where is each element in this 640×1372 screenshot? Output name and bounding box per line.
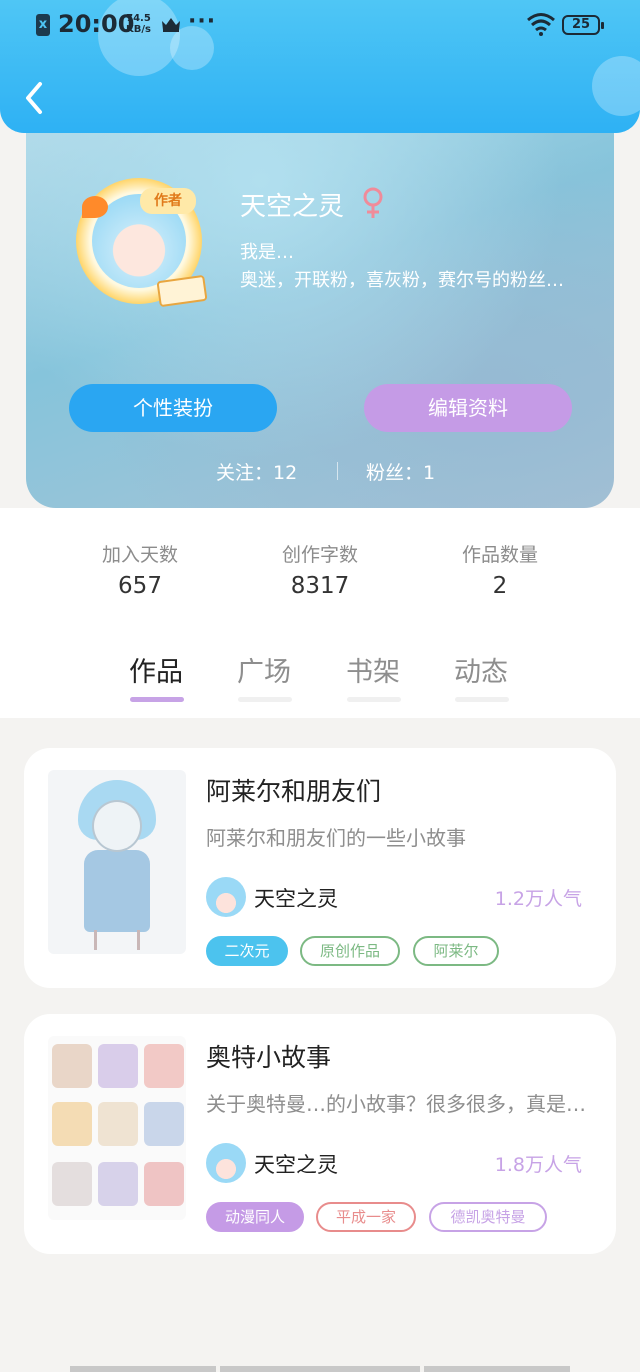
personalize-button[interactable]: 个性装扮	[69, 384, 277, 432]
edit-profile-button[interactable]: 编辑资料	[364, 384, 572, 432]
cover-face	[92, 800, 142, 852]
back-arrow-icon[interactable]	[20, 78, 50, 118]
work-title[interactable]: 奥特小故事	[206, 1038, 331, 1074]
cover-sticker	[144, 1162, 184, 1206]
bottom-item-hint	[424, 1366, 570, 1372]
fans-count[interactable]: 粉丝：1	[366, 458, 435, 485]
stat-word-count: 创作字数 8317	[235, 540, 405, 599]
work-cover-image[interactable]	[48, 1036, 186, 1220]
tab-square-indicator	[238, 697, 292, 702]
cover-sticker	[144, 1044, 184, 1088]
cover-legs	[94, 930, 140, 950]
tab-square[interactable]: 广场	[237, 650, 291, 689]
tag-chip[interactable]: 动漫同人	[206, 1202, 304, 1232]
wifi-icon	[527, 13, 555, 36]
work-cover-image[interactable]	[48, 770, 186, 954]
cover-sticker	[52, 1162, 92, 1206]
popularity-count: 1.8万人气	[494, 1154, 582, 1176]
bottom-item-hint	[70, 1366, 216, 1372]
following-count[interactable]: 关注：12	[216, 458, 297, 485]
female-gender-icon	[362, 186, 384, 220]
work-card[interactable]: 阿莱尔和朋友们 阿莱尔和朋友们的一些小故事 天空之灵 1.2万人气 二次元 原创…	[24, 748, 616, 988]
stat-join-days: 加入天数 657	[55, 540, 225, 599]
avatar[interactable]: 作者	[76, 178, 208, 308]
leaf-icon	[82, 196, 108, 218]
book-icon	[156, 274, 208, 308]
stat-value: 657	[118, 573, 162, 599]
cover-sticker	[52, 1102, 92, 1146]
more-notifications-icon: ···	[188, 9, 217, 34]
cover-sticker	[144, 1102, 184, 1146]
profile-card: 作者 天空之灵 我是… 奥迷，开联粉，喜灰粉，赛尔号的粉丝… 个性装扮 编辑资料…	[26, 100, 614, 508]
profile-bio-line2: 奥迷，开联粉，喜灰粉，赛尔号的粉丝…	[240, 270, 564, 291]
popularity-count: 1.2万人气	[494, 888, 582, 910]
work-title[interactable]: 阿莱尔和朋友们	[206, 772, 381, 808]
stat-value: 8317	[290, 573, 350, 599]
status-time: 20:00	[58, 10, 135, 38]
profile-name: 天空之灵	[240, 192, 345, 222]
tag-chip[interactable]: 德凯奥特曼	[429, 1202, 547, 1232]
stat-value: 2	[492, 573, 508, 599]
tab-activity-indicator	[455, 697, 509, 702]
top-bar: x 20:00 74.5 KB/s ··· 25	[0, 0, 640, 133]
tag-chip[interactable]: 二次元	[206, 936, 288, 966]
cover-sticker	[52, 1044, 92, 1088]
stat-label: 加入天数	[101, 544, 178, 566]
tag-chip[interactable]: 阿莱尔	[413, 936, 499, 966]
author-name[interactable]: 天空之灵	[254, 1149, 338, 1179]
author-badge: 作者	[140, 188, 196, 214]
network-speed-value: 74.5	[126, 13, 151, 24]
author-avatar[interactable]	[206, 1143, 246, 1183]
status-bar: x 20:00 74.5 KB/s ··· 25	[0, 8, 640, 42]
cover-sticker	[98, 1044, 138, 1088]
network-speed-unit: KB/s	[126, 24, 151, 35]
stat-label: 作品数量	[461, 544, 538, 566]
cover-dress	[84, 850, 150, 932]
battery-indicator: 25	[562, 15, 604, 35]
work-description: 关于奥特曼…的小故事？很多很多，真是…	[206, 1092, 586, 1116]
bubble-decoration	[592, 56, 640, 116]
tab-works-indicator	[130, 697, 184, 702]
tab-bookshelf-indicator	[347, 697, 401, 702]
network-speed: 74.5 KB/s	[126, 13, 151, 35]
stats-card: 加入天数 657 创作字数 8317 作品数量 2	[52, 508, 588, 632]
tab-activity[interactable]: 动态	[454, 650, 508, 689]
cover-sticker	[98, 1162, 138, 1206]
work-description: 阿莱尔和朋友们的一些小故事	[206, 826, 466, 850]
crown-icon	[162, 18, 180, 32]
stat-label: 创作字数	[281, 544, 358, 566]
profile-bio-line1: 我是…	[240, 242, 294, 263]
stat-works-count: 作品数量 2	[415, 540, 585, 599]
tag-chip[interactable]: 原创作品	[300, 936, 400, 966]
tag-chip[interactable]: 平成一家	[316, 1202, 416, 1232]
cover-sticker	[98, 1102, 138, 1146]
author-name[interactable]: 天空之灵	[254, 883, 338, 913]
author-avatar[interactable]	[206, 877, 246, 917]
divider	[337, 462, 338, 480]
tab-bookshelf[interactable]: 书架	[346, 650, 400, 689]
tab-works[interactable]: 作品	[129, 650, 183, 689]
sim-icon: x	[36, 14, 50, 36]
work-card[interactable]: 奥特小故事 关于奥特曼…的小故事？很多很多，真是… 天空之灵 1.8万人气 动漫…	[24, 1014, 616, 1254]
bottom-item-hint	[220, 1366, 420, 1372]
